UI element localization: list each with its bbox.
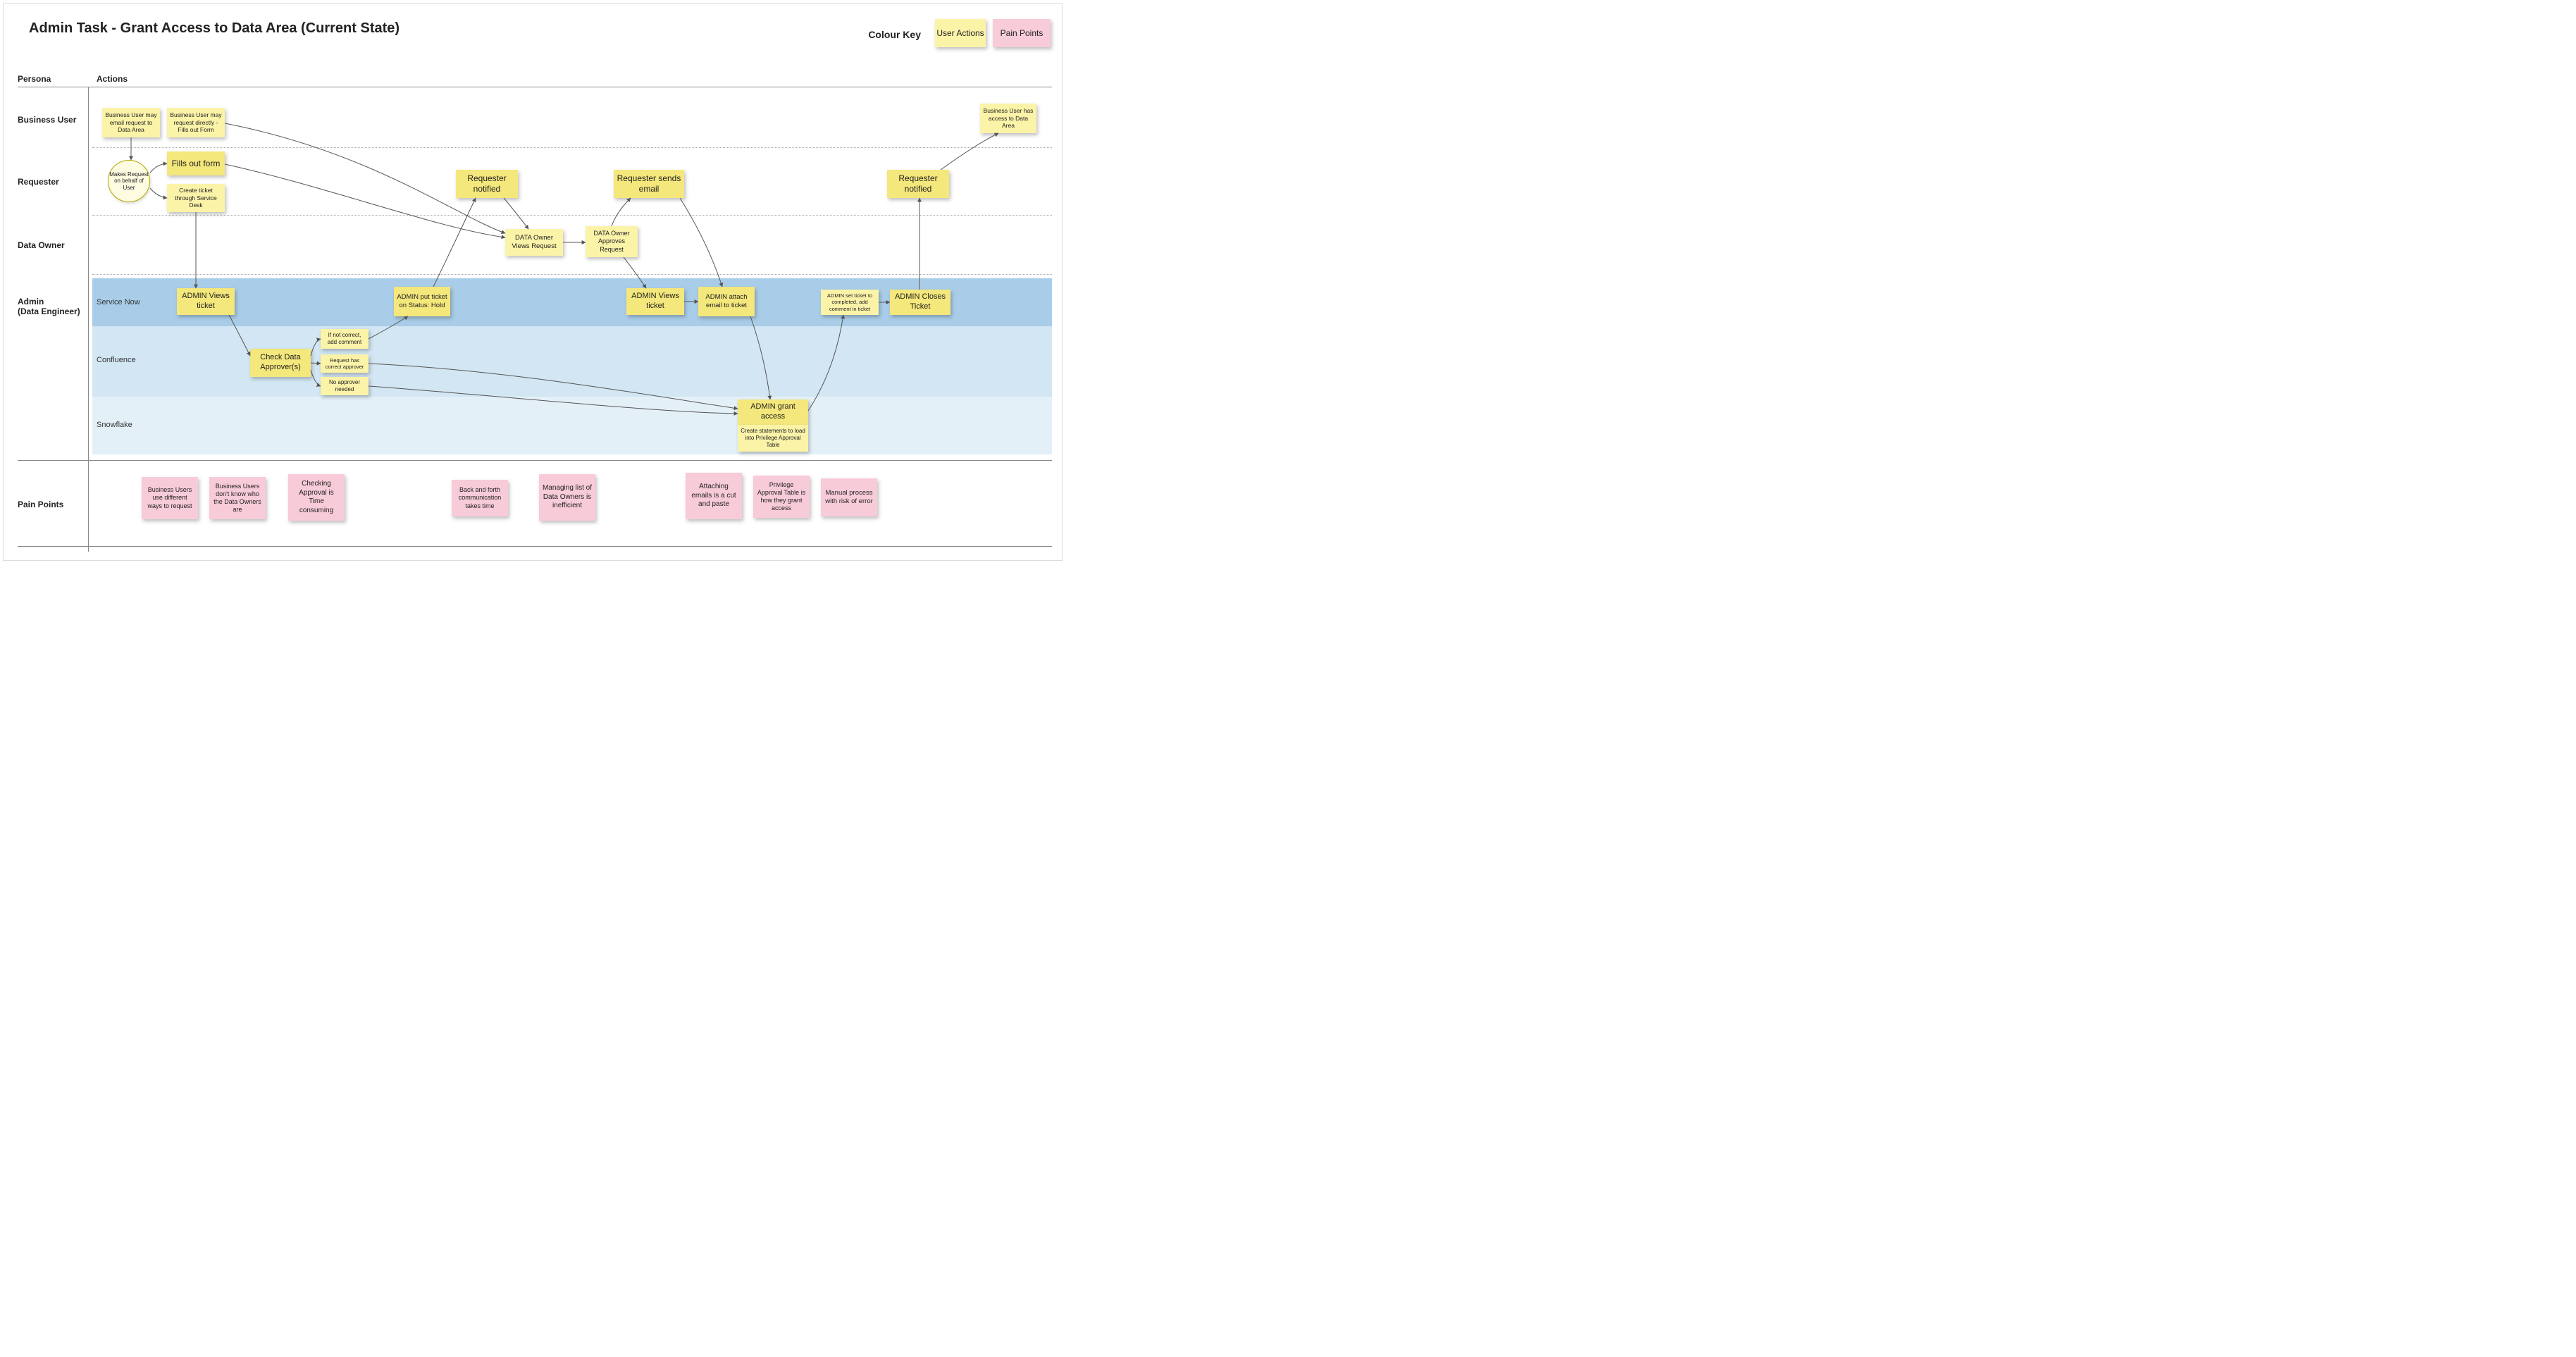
- lane-requester: Requester: [18, 177, 59, 187]
- node-req-notified1: Requester notified: [456, 170, 518, 198]
- node-grant-sub: Create statements to load into Privilege…: [738, 425, 808, 452]
- node-grant-title: ADMIN grant access: [738, 399, 808, 425]
- pain-4: Back and forth communication takes time: [452, 480, 508, 516]
- pain-5: Managing list of Data Owners is ineffici…: [539, 474, 595, 521]
- node-req-notified2: Requester notified: [887, 170, 949, 198]
- col-actions: Actions: [97, 74, 128, 84]
- node-req-form: Fills out form: [167, 151, 225, 175]
- node-req-circle: Makes Request on behalf of User: [108, 160, 150, 202]
- node-branch-correct: Request has correct approver: [321, 354, 369, 373]
- row-servicenow: Service Now: [97, 298, 140, 306]
- node-ad-view1: ADMIN Views ticket: [177, 288, 235, 315]
- pain-1: Business Users use different ways to req…: [142, 477, 198, 519]
- hr-admin-pain: [18, 460, 1052, 461]
- legend-label: Colour Key: [868, 29, 921, 40]
- node-bu-direct: Business User may request directly - Fil…: [167, 108, 225, 137]
- diagram-canvas: Admin Task - Grant Access to Data Area (…: [3, 3, 1063, 561]
- pain-7: Privilege Approval Table is how they gra…: [753, 476, 810, 518]
- lane-data-owner: Data Owner: [18, 240, 65, 250]
- legend-user-actions: User Actions: [935, 19, 986, 47]
- hr-bottom: [18, 546, 1052, 547]
- node-ad-attach: ADMIN attach email to ticket: [698, 287, 755, 316]
- page-title: Admin Task - Grant Access to Data Area (…: [29, 20, 400, 37]
- node-req-ticket: Create ticket through Service Desk: [167, 184, 225, 212]
- node-req-email: Requester sends email: [614, 170, 684, 198]
- lane-pain-points: Pain Points: [18, 500, 63, 509]
- pain-3: Checking Approval is Time consuming: [288, 474, 345, 521]
- hr-do-admin: [92, 274, 1052, 275]
- band-snowflake: [92, 397, 1052, 454]
- legend-pain-points: Pain Points: [993, 19, 1051, 47]
- pain-6: Attaching emails is a cut and paste: [686, 473, 742, 519]
- row-confluence: Confluence: [97, 356, 136, 364]
- node-ad-view2: ADMIN Views ticket: [626, 288, 684, 315]
- lane-business-user: Business User: [18, 115, 76, 125]
- lane-admin-l2: (Data Engineer): [18, 306, 80, 316]
- node-branch-none: No approver needed: [321, 377, 369, 395]
- hr-req-do: [92, 215, 1052, 216]
- node-ad-hold: ADMIN put ticket on Status: Hold: [394, 287, 450, 316]
- band-confluence: [92, 326, 1052, 397]
- pain-8: Manual process with risk of error: [821, 478, 877, 516]
- persona-divider: [88, 87, 89, 552]
- node-do-view: DATA Owner Views Request: [505, 229, 563, 256]
- row-snowflake: Snowflake: [97, 421, 132, 429]
- pain-2: Business Users don't know who the Data O…: [209, 477, 266, 519]
- node-check-approver: Check Data Approver(s): [250, 349, 311, 377]
- node-ad-close: ADMIN Closes Ticket: [890, 290, 950, 315]
- node-do-approve: DATA Owner Approves Request: [586, 226, 638, 257]
- node-bu-email: Business User may email request to Data …: [102, 108, 160, 137]
- node-ad-complete: ADMIN set ticket to completed, add comme…: [821, 290, 879, 315]
- lane-admin-l1: Admin: [18, 297, 44, 306]
- hr-bu-req: [92, 147, 1052, 148]
- col-persona: Persona: [18, 74, 51, 84]
- node-bu-access: Business User has access to Data Area: [980, 104, 1036, 133]
- node-branch-notcorrect: If not correct, add comment: [321, 329, 369, 349]
